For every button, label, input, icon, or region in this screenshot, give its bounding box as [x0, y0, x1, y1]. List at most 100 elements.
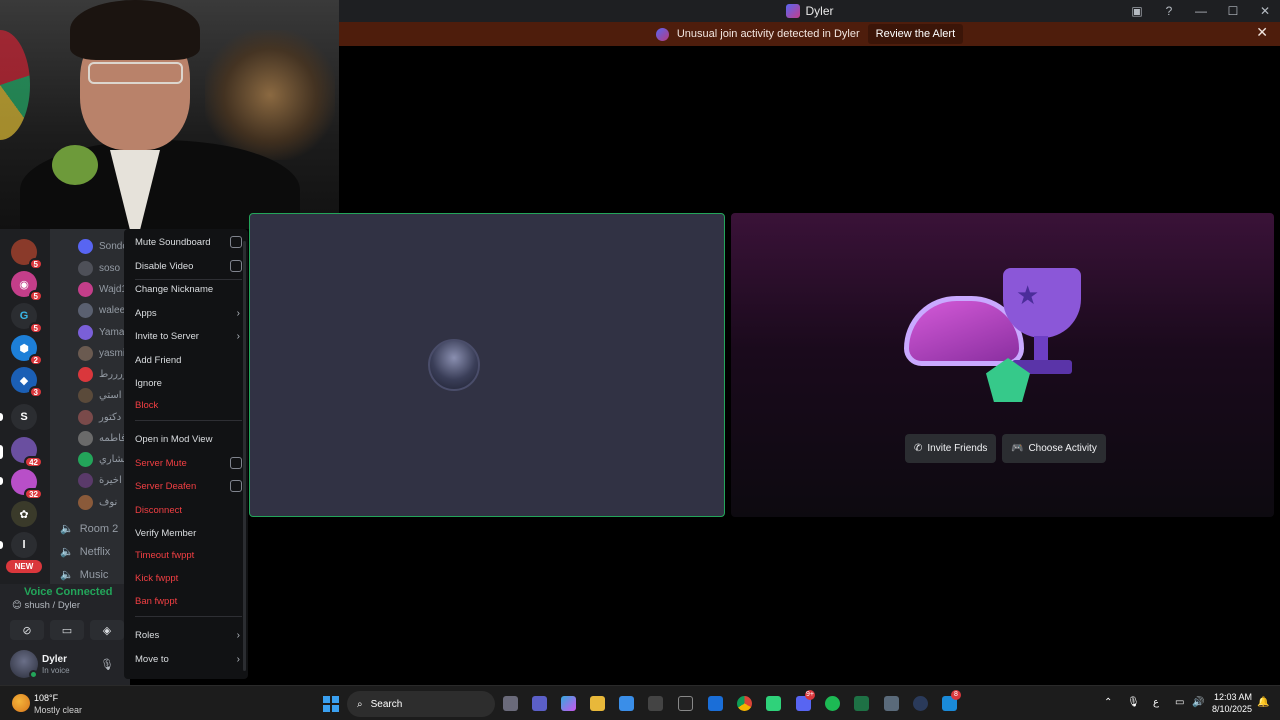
- server-avatar[interactable]: 5: [11, 239, 43, 270]
- chrome-icon[interactable]: [737, 696, 752, 711]
- android-icon[interactable]: [766, 696, 781, 711]
- server-discord[interactable]: ◉ 5: [11, 271, 43, 302]
- chevron-up-icon[interactable]: ⌃: [1104, 697, 1112, 708]
- menu-ban-member[interactable]: Ban fwppt: [135, 591, 242, 611]
- menu-move-to[interactable]: Move to ›: [135, 649, 242, 669]
- menu-roles[interactable]: Roles ›: [135, 625, 242, 645]
- member-item[interactable]: soso: [78, 259, 120, 277]
- prize-wheel: [0, 30, 30, 140]
- menu-change-nickname[interactable]: Change Nickname: [135, 279, 242, 299]
- checkbox-icon[interactable]: [230, 260, 242, 272]
- server-g[interactable]: G5: [11, 303, 43, 334]
- menu-kick-member[interactable]: Kick fwppt: [135, 568, 242, 588]
- server-logo-icon: [655, 27, 669, 41]
- window-title: Dyler: [785, 4, 834, 18]
- menu-disable-video[interactable]: Disable Video: [135, 256, 242, 276]
- teams-icon[interactable]: [532, 696, 547, 711]
- server-plant[interactable]: ✿: [11, 501, 37, 527]
- maximize-icon[interactable]: ☐: [1226, 0, 1240, 22]
- server-s[interactable]: S: [11, 404, 37, 430]
- notification-icon[interactable]: 🔔: [1257, 697, 1269, 708]
- excel-icon[interactable]: [854, 696, 869, 711]
- member-item[interactable]: yasmi: [78, 344, 125, 362]
- taskbar-search[interactable]: ⌕ Search: [347, 691, 495, 717]
- choose-activity-button[interactable]: 🎮 Choose Activity: [1002, 434, 1106, 463]
- menu-disconnect[interactable]: Disconnect: [135, 500, 242, 520]
- server-l[interactable]: l: [11, 532, 37, 558]
- invite-friends-button[interactable]: ✆ Invite Friends: [905, 434, 997, 463]
- voice-channel-room2[interactable]: 🔈 Room 2: [60, 522, 118, 536]
- menu-open-mod-view[interactable]: Open in Mod View: [135, 429, 242, 449]
- voice-channel-music[interactable]: 🔈 Music: [60, 568, 108, 582]
- minimize-icon[interactable]: —: [1194, 0, 1208, 22]
- star-icon: ★: [1016, 280, 1040, 310]
- windows-start-icon[interactable]: [323, 696, 339, 712]
- file-explorer-icon[interactable]: [590, 696, 605, 711]
- server-cube[interactable]: ⬢ 2: [11, 335, 43, 366]
- steam-icon[interactable]: [678, 696, 693, 711]
- menu-ignore[interactable]: Ignore: [135, 373, 242, 393]
- online-status-icon: [29, 670, 38, 679]
- context-menu-scrollbar[interactable]: [243, 241, 246, 671]
- screen-share-icon[interactable]: ▭: [50, 620, 84, 640]
- server-diamond[interactable]: ◆ 3: [11, 367, 43, 398]
- menu-server-mute[interactable]: Server Mute: [135, 453, 242, 473]
- clock-time[interactable]: 12:03 AM: [1212, 692, 1252, 702]
- server-gradient[interactable]: 32: [11, 469, 43, 500]
- menu-mute-soundboard[interactable]: Mute Soundboard: [135, 232, 242, 252]
- video-tile-user[interactable]: [249, 213, 725, 517]
- checkbox-icon[interactable]: [230, 457, 242, 469]
- member-item[interactable]: walee: [78, 301, 125, 319]
- activity-icon[interactable]: ◈: [90, 620, 124, 640]
- member-item[interactable]: Yamar: [78, 323, 128, 341]
- speaker-icon: 🔈: [60, 546, 74, 558]
- camera-off-icon[interactable]: ⊘: [10, 620, 44, 640]
- alert-close-icon[interactable]: ✕: [1256, 24, 1268, 41]
- alert-text: Unusual join activity detected in Dyler: [676, 28, 860, 40]
- microphone-icon[interactable]: 🎙: [1127, 697, 1140, 708]
- menu-verify-member[interactable]: Verify Member: [135, 523, 242, 543]
- server-anime[interactable]: 42: [11, 437, 43, 468]
- member-avatar: [78, 366, 93, 382]
- member-item[interactable]: يا دكتور: [78, 408, 130, 426]
- chevron-right-icon: ›: [236, 629, 240, 641]
- checkbox-icon[interactable]: [230, 236, 242, 248]
- network-icon[interactable]: ▭: [1175, 697, 1184, 708]
- voice-channel-netflix[interactable]: 🔈 Netflix: [60, 545, 110, 559]
- user-status-text: In voice: [42, 666, 70, 675]
- store-icon[interactable]: [619, 696, 634, 711]
- weather-icon[interactable]: [12, 694, 30, 712]
- voice-location[interactable]: 😊 shush / Dyler: [12, 600, 80, 611]
- menu-timeout-member[interactable]: Timeout fwppt: [135, 545, 242, 565]
- review-alert-button[interactable]: Review the Alert: [867, 24, 964, 44]
- microphone-icon[interactable]: 🎙: [100, 658, 114, 671]
- member-item[interactable]: Sondo: [78, 237, 128, 255]
- app-icon[interactable]: [648, 696, 663, 711]
- menu-apps[interactable]: Apps ›: [135, 303, 242, 323]
- voice-status[interactable]: Voice Connected: [24, 586, 112, 598]
- menu-invite-to-server[interactable]: Invite to Server ›: [135, 326, 242, 346]
- copilot-icon[interactable]: [561, 696, 576, 711]
- member-item[interactable]: مشاري: [78, 450, 129, 468]
- volume-icon[interactable]: 🔊: [1192, 697, 1204, 708]
- language-indicator[interactable]: ع: [1153, 697, 1159, 708]
- member-item[interactable]: فاطمه: [78, 429, 126, 447]
- checkbox-icon[interactable]: [230, 480, 242, 492]
- help-icon[interactable]: ?: [1162, 0, 1176, 22]
- screen-share-icon[interactable]: ▣: [1130, 0, 1144, 22]
- window-title-text: Dyler: [805, 4, 834, 18]
- clock-date[interactable]: 8/10/2025: [1207, 704, 1252, 714]
- menu-add-friend[interactable]: Add Friend: [135, 350, 242, 370]
- channel-list: Sondo soso Wajd1 walee Yamar yasmi ررررر…: [50, 229, 137, 584]
- close-icon[interactable]: ✕: [1258, 0, 1272, 22]
- app-icon[interactable]: [884, 696, 899, 711]
- app-icon[interactable]: [913, 696, 928, 711]
- spotify-icon[interactable]: [825, 696, 840, 711]
- menu-block[interactable]: Block: [135, 395, 242, 415]
- member-item[interactable]: Wajd1: [78, 280, 127, 298]
- menu-server-deafen[interactable]: Server Deafen: [135, 476, 242, 496]
- user-context-menu: Mute Soundboard Disable Video Change Nic…: [124, 229, 248, 679]
- outlook-icon[interactable]: [708, 696, 723, 711]
- member-item[interactable]: نوف: [78, 493, 117, 511]
- task-view-icon[interactable]: [503, 696, 518, 711]
